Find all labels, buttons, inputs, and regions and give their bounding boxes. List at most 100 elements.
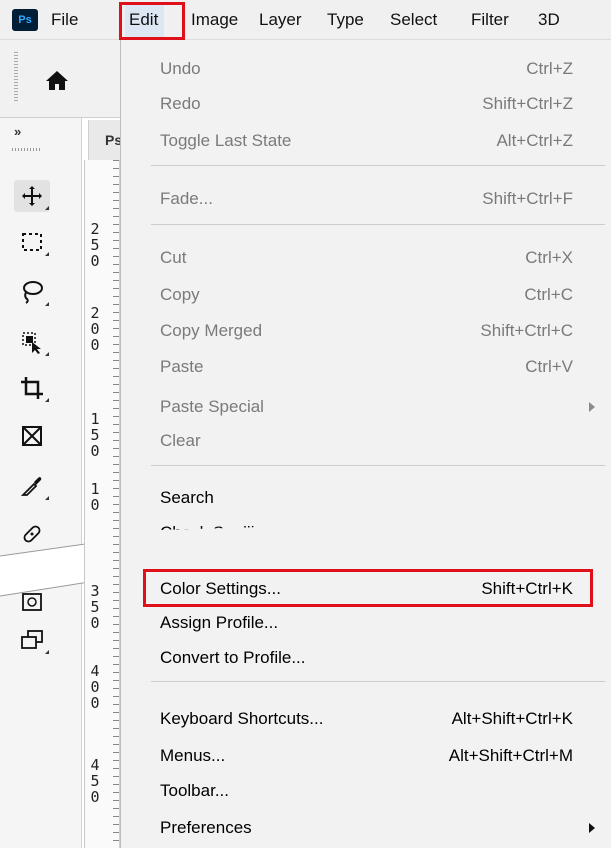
healing-icon xyxy=(23,525,41,543)
edit-menu-dropdown: Undo Ctrl+Z Redo Shift+Ctrl+Z Toggle Las… xyxy=(120,40,611,848)
menu-item-shortcut: Alt+Shift+Ctrl+K xyxy=(451,709,573,728)
menu-item-paste[interactable]: Paste Ctrl+V xyxy=(160,352,573,382)
menu-item-shortcut: Shift+Ctrl+K xyxy=(481,579,573,598)
menu-item-fade[interactable]: Fade... Shift+Ctrl+F xyxy=(160,184,573,214)
ruler-label: 5 xyxy=(90,598,100,616)
menu-item-label: Preferences xyxy=(160,818,252,837)
menu-item-shortcut: Ctrl+V xyxy=(525,357,573,376)
ruler-label: 0 xyxy=(90,788,100,806)
menu-separator xyxy=(151,465,605,466)
menu-item-paste-special[interactable]: Paste Special xyxy=(160,392,573,422)
menu-item-label: Toolbar... xyxy=(160,781,229,800)
menu-filter[interactable]: Filter xyxy=(471,0,509,40)
object-select-icon xyxy=(22,332,41,354)
menu-item-copy[interactable]: Copy Ctrl+C xyxy=(160,280,573,310)
crop-tool[interactable] xyxy=(14,372,50,404)
menu-item-label: Convert to Profile... xyxy=(160,648,306,667)
menu-item-label: Color Settings... xyxy=(160,579,281,598)
menu-item-toolbar[interactable]: Toolbar... xyxy=(160,776,573,806)
ruler-label: 5 xyxy=(90,772,100,790)
ruler-label: 0 xyxy=(90,442,100,460)
menu-separator xyxy=(151,224,605,225)
ruler-label: 0 xyxy=(90,252,100,270)
menu-item-shortcut: Alt+Ctrl+Z xyxy=(496,131,573,150)
menu-item-shortcut: Alt+Shift+Ctrl+M xyxy=(448,746,573,765)
ruler-label: 1 xyxy=(90,410,100,428)
menu-item-redo[interactable]: Redo Shift+Ctrl+Z xyxy=(160,89,573,119)
quick-mask-tool[interactable] xyxy=(14,586,50,618)
ruler-label: 0 xyxy=(90,496,100,514)
menu-item-label: Assign Profile... xyxy=(160,613,279,632)
document-tab[interactable]: Ps xyxy=(88,120,122,160)
menu-item-label: Undo xyxy=(160,59,201,78)
menu-item-preferences[interactable]: Preferences xyxy=(160,813,573,843)
menu-item-shortcut: Ctrl+C xyxy=(524,285,573,304)
ruler-label: 1 xyxy=(90,480,100,498)
menu-item-label: Paste Special xyxy=(160,397,264,416)
menu-item-search[interactable]: Search xyxy=(160,483,573,513)
ruler-label: 0 xyxy=(90,614,100,632)
screen-mode-tool[interactable] xyxy=(14,624,50,656)
move-icon xyxy=(22,186,42,206)
ruler-label: 5 xyxy=(90,426,100,444)
options-bar xyxy=(0,40,120,118)
menu-item-assign-profile[interactable]: Assign Profile... xyxy=(160,608,573,638)
panel-grip-icon[interactable] xyxy=(12,148,40,151)
menu-item-copy-merged[interactable]: Copy Merged Shift+Ctrl+C xyxy=(160,316,573,346)
menu-item-convert-to-profile[interactable]: Convert to Profile... xyxy=(160,643,573,673)
menu-bar: Ps File Edit Image Layer Type Select Fil… xyxy=(0,0,611,40)
menu-edit[interactable]: Edit xyxy=(125,2,165,40)
menu-layer[interactable]: Layer xyxy=(259,0,302,40)
move-tool[interactable] xyxy=(14,180,50,212)
ruler-label: 3 xyxy=(90,582,100,600)
menu-item-clear[interactable]: Clear xyxy=(160,426,573,456)
ruler-label: 0 xyxy=(90,320,100,338)
ruler-ticks xyxy=(109,160,119,848)
menu-item-shortcut: Shift+Ctrl+Z xyxy=(482,94,573,113)
menu-separator xyxy=(151,165,605,166)
menu-item-check-spelling[interactable]: Check Spelling... xyxy=(160,518,573,542)
healing-brush-tool[interactable] xyxy=(14,518,50,550)
menu-item-label: Keyboard Shortcuts... xyxy=(160,709,324,728)
menu-item-toggle-last-state[interactable]: Toggle Last State Alt+Ctrl+Z xyxy=(160,126,573,156)
menu-item-cut[interactable]: Cut Ctrl+X xyxy=(160,243,573,273)
frame-tool[interactable] xyxy=(14,420,50,452)
ruler-label: 4 xyxy=(90,756,100,774)
expand-panel-icon[interactable]: » xyxy=(14,124,21,139)
ruler-label: 0 xyxy=(90,694,100,712)
photoshop-logo: Ps xyxy=(12,9,38,31)
lasso-tool[interactable] xyxy=(14,276,50,308)
menu-item-label: Fade... xyxy=(160,189,213,208)
menu-item-label: Paste xyxy=(160,357,204,376)
ruler-label: 2 xyxy=(90,220,100,238)
object-selection-tool[interactable] xyxy=(14,326,50,358)
marquee-tool[interactable] xyxy=(14,226,50,258)
menu-item-label: Check Spelling... xyxy=(160,523,288,542)
menu-item-label: Redo xyxy=(160,94,201,113)
ruler-label: 5 xyxy=(90,236,100,254)
menu-item-color-settings[interactable]: Color Settings... Shift+Ctrl+K xyxy=(160,574,573,604)
menu-item-shortcut: Ctrl+Z xyxy=(526,59,573,78)
eyedropper-icon xyxy=(20,477,42,496)
crop-icon xyxy=(21,377,43,399)
eyedropper-tool[interactable] xyxy=(14,470,50,502)
menu-item-label: Toggle Last State xyxy=(160,131,292,150)
menu-3d[interactable]: 3D xyxy=(538,0,560,40)
menu-item-shortcut: Shift+Ctrl+C xyxy=(480,321,573,340)
menu-item-keyboard-shortcuts[interactable]: Keyboard Shortcuts... Alt+Shift+Ctrl+K xyxy=(160,704,573,734)
quick-mask-icon xyxy=(22,593,42,611)
menu-file[interactable]: File xyxy=(51,0,78,40)
grip-handle-icon[interactable] xyxy=(14,52,18,102)
menu-select[interactable]: Select xyxy=(390,0,437,40)
submenu-arrow-icon xyxy=(589,402,595,412)
menu-item-undo[interactable]: Undo Ctrl+Z xyxy=(160,54,573,84)
menu-item-label: Copy Merged xyxy=(160,321,263,340)
menu-item-label: Copy xyxy=(160,285,200,304)
menu-item-shortcut: Ctrl+X xyxy=(525,248,573,267)
menu-image[interactable]: Image xyxy=(191,0,238,40)
ruler-label: 0 xyxy=(90,678,100,696)
menu-item-menus[interactable]: Menus... Alt+Shift+Ctrl+M xyxy=(160,741,573,771)
home-icon[interactable] xyxy=(44,68,70,92)
menu-type[interactable]: Type xyxy=(327,0,364,40)
menu-item-label: Cut xyxy=(160,248,187,267)
